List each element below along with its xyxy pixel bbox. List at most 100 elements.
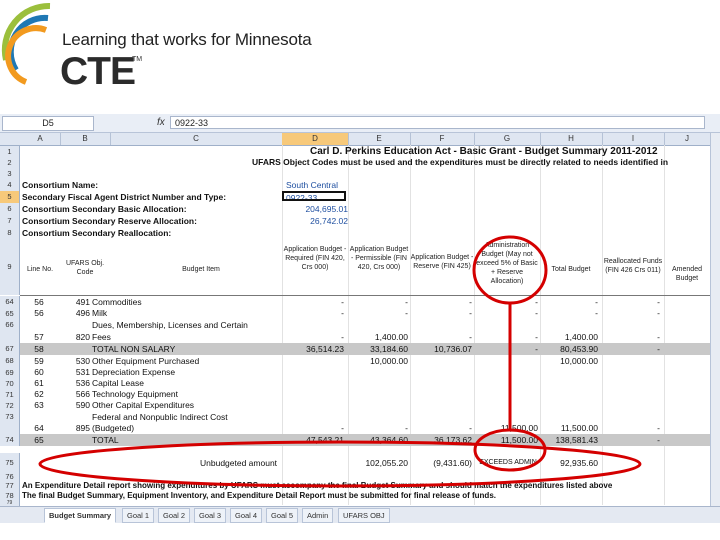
- exceeds-admin-warning[interactable]: EXCEEDS ADMIN: [476, 453, 540, 473]
- sheet-title[interactable]: Carl D. Perkins Education Act - Basic Gr…: [310, 146, 658, 157]
- column-header-i[interactable]: I: [602, 133, 665, 145]
- column-header-e[interactable]: E: [348, 133, 411, 145]
- row-header[interactable]: 67: [0, 343, 20, 355]
- budget-cell-a[interactable]: 60: [20, 367, 58, 378]
- budget-cell-i[interactable]: -: [602, 296, 660, 308]
- budget-cell-item[interactable]: Commodities: [92, 296, 282, 308]
- col-title-required[interactable]: Application Budget - Required (FIN 420, …: [282, 245, 348, 272]
- budget-cell-b[interactable]: 530: [60, 355, 90, 367]
- row-header[interactable]: 76: [0, 473, 20, 481]
- row-header[interactable]: 1: [0, 146, 20, 157]
- basic-allocation-value[interactable]: 204,695.01: [282, 203, 348, 215]
- consortium-name-value[interactable]: South Central: [286, 179, 338, 191]
- budget-cell-f[interactable]: -: [410, 296, 472, 308]
- budget-cell-g[interactable]: 11,500.00: [476, 423, 538, 434]
- row-header[interactable]: 4: [0, 179, 20, 191]
- budget-cell-g[interactable]: -: [476, 296, 538, 308]
- budget-cell-item[interactable]: Federal and Nonpublic Indirect Cost: [92, 411, 282, 423]
- budget-cell-b[interactable]: 820: [60, 331, 90, 343]
- budget-cell-item[interactable]: Dues, Membership, Licenses and Certain: [92, 319, 282, 331]
- budget-cell-e[interactable]: -: [348, 296, 408, 308]
- tab-goal-5[interactable]: Goal 5: [266, 508, 299, 523]
- row-header[interactable]: 3: [0, 168, 20, 179]
- budget-cell-h[interactable]: 138,581.43: [540, 434, 598, 446]
- budget-cell-a[interactable]: 56: [20, 296, 58, 308]
- row-header[interactable]: 69: [0, 367, 20, 378]
- budget-cell-i[interactable]: -: [602, 423, 660, 434]
- row-header[interactable]: 5: [0, 191, 20, 203]
- row-header[interactable]: 64: [0, 296, 20, 308]
- budget-cell-e[interactable]: 10,000.00: [348, 355, 408, 367]
- row-header[interactable]: 70: [0, 378, 20, 389]
- budget-cell-d[interactable]: -: [282, 423, 344, 434]
- column-header-j[interactable]: J: [664, 133, 711, 145]
- reallocation-label[interactable]: Consortium Secondary Reallocation:: [22, 227, 171, 239]
- budget-cell-a[interactable]: 64: [20, 423, 58, 434]
- budget-cell-d[interactable]: 36,514.23: [282, 343, 344, 355]
- tab-goal-4[interactable]: Goal 4: [230, 508, 263, 523]
- budget-cell-f[interactable]: -: [410, 423, 472, 434]
- budget-cell-d[interactable]: -: [282, 331, 344, 343]
- tab-goal-1[interactable]: Goal 1: [122, 508, 155, 523]
- budget-cell-b[interactable]: 531: [60, 367, 90, 378]
- budget-cell-f[interactable]: -: [410, 308, 472, 319]
- budget-cell-b[interactable]: 491: [60, 296, 90, 308]
- budget-cell-a[interactable]: 63: [20, 400, 58, 411]
- budget-cell-b[interactable]: 496: [60, 308, 90, 319]
- budget-cell-g[interactable]: 11,500.00: [476, 434, 538, 446]
- row-header[interactable]: 68: [0, 355, 20, 367]
- budget-cell-h[interactable]: 80,453.90: [540, 343, 598, 355]
- row-header[interactable]: 77: [0, 481, 20, 491]
- unbudgeted-reserve[interactable]: (9,431.60): [410, 453, 472, 473]
- row-header[interactable]: 2: [0, 157, 20, 168]
- reserve-allocation-label[interactable]: Consortium Secondary Reserve Allocation:: [22, 215, 197, 227]
- budget-cell-i[interactable]: -: [602, 331, 660, 343]
- row-header[interactable]: [0, 331, 20, 343]
- col-title-line-no[interactable]: Line No.: [20, 265, 60, 274]
- tab-goal-2[interactable]: Goal 2: [158, 508, 191, 523]
- tab-admin[interactable]: Admin: [302, 508, 334, 523]
- row-header[interactable]: 75: [0, 453, 20, 473]
- budget-cell-b[interactable]: 566: [60, 389, 90, 400]
- column-header-g[interactable]: G: [474, 133, 541, 145]
- unbudgeted-label[interactable]: Unbudgeted amount: [200, 453, 277, 473]
- column-header-c[interactable]: C: [110, 133, 283, 145]
- vertical-scrollbar[interactable]: [710, 133, 720, 506]
- budget-cell-a[interactable]: 56: [20, 308, 58, 319]
- unbudgeted-permissible[interactable]: 102,055.20: [348, 453, 408, 473]
- budget-cell-e[interactable]: 43,364.60: [348, 434, 408, 446]
- budget-cell-h[interactable]: 11,500.00: [540, 423, 598, 434]
- row-header[interactable]: 72: [0, 400, 20, 411]
- budget-cell-i[interactable]: -: [602, 343, 660, 355]
- budget-cell-f[interactable]: -: [410, 331, 472, 343]
- budget-cell-a[interactable]: 65: [20, 434, 58, 446]
- budget-cell-a[interactable]: 57: [20, 331, 58, 343]
- budget-cell-e[interactable]: -: [348, 308, 408, 319]
- row-header[interactable]: 74: [0, 434, 20, 446]
- row-header[interactable]: 7: [0, 215, 20, 227]
- budget-cell-e[interactable]: 1,400.00: [348, 331, 408, 343]
- col-title-total[interactable]: Total Budget: [540, 265, 602, 274]
- budget-cell-g[interactable]: -: [476, 308, 538, 319]
- budget-cell-d[interactable]: -: [282, 296, 344, 308]
- budget-cell-i[interactable]: -: [602, 434, 660, 446]
- row-header[interactable]: 66: [0, 319, 20, 331]
- budget-cell-a[interactable]: 59: [20, 355, 58, 367]
- budget-cell-item[interactable]: Depreciation Expense: [92, 367, 282, 378]
- column-header-b[interactable]: B: [60, 133, 111, 145]
- fx-icon[interactable]: fx: [157, 117, 165, 128]
- col-title-budget-item[interactable]: Budget Item: [120, 265, 282, 274]
- row-header[interactable]: 9: [0, 239, 20, 295]
- column-header-f[interactable]: F: [410, 133, 475, 145]
- budget-cell-item[interactable]: TOTAL: [92, 434, 282, 446]
- col-title-amended[interactable]: Amended Budget: [664, 265, 710, 283]
- budget-cell-h[interactable]: -: [540, 296, 598, 308]
- consortium-name-label[interactable]: Consortium Name:: [22, 179, 98, 191]
- fiscal-agent-label[interactable]: Secondary Fiscal Agent District Number a…: [22, 191, 226, 203]
- budget-cell-item[interactable]: Technology Equipment: [92, 389, 282, 400]
- col-title-ufars[interactable]: UFARS Obj. Code: [60, 259, 110, 277]
- tab-ufars-obj[interactable]: UFARS OBJ: [338, 508, 390, 523]
- budget-cell-i[interactable]: -: [602, 308, 660, 319]
- row-header[interactable]: 6: [0, 203, 20, 215]
- budget-cell-e[interactable]: -: [348, 423, 408, 434]
